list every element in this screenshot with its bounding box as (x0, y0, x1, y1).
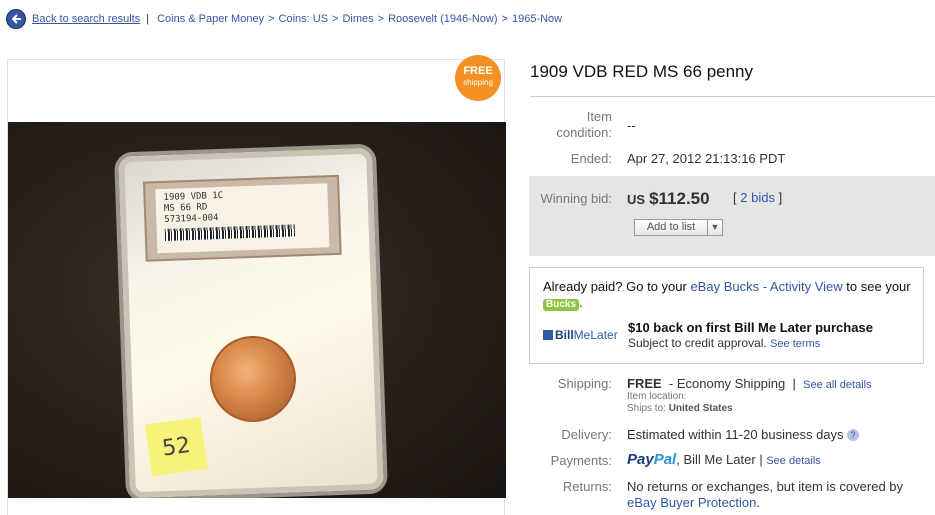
ended-label: Ended: (570, 151, 612, 166)
bml-subtext: Subject to credit approval. See terms (628, 336, 820, 350)
bml-logo-b: MeLater (573, 328, 618, 342)
paypal-b: Pal (653, 451, 677, 468)
ships-to-value: United States (668, 403, 733, 414)
buyer-protection-link[interactable]: eBay Buyer Protection (627, 495, 756, 510)
breadcrumb-item[interactable]: 1965-Now (512, 13, 562, 25)
free-text: FREE (627, 376, 662, 391)
item-location-label: Item location: (627, 391, 687, 402)
badge-shipping: shipping (463, 78, 493, 87)
bid-count: [ 2 bids ] (733, 190, 782, 205)
badge-free: FREE (463, 65, 493, 77)
add-to-list-button[interactable]: Add to list ▼ (634, 219, 723, 236)
shipping-label: Shipping: (557, 376, 612, 391)
see-details-link[interactable]: See details (766, 455, 820, 467)
separator: | (759, 452, 763, 467)
item-location: Item location: (627, 391, 686, 402)
item-image-panel: 1909 VDB 1C MS 66 RD 573194-004 52 (7, 59, 506, 515)
bid-amount: $112.50 (649, 189, 710, 208)
winning-bid-label: Winning bid: (540, 191, 612, 206)
back-arrow-icon[interactable] (6, 9, 26, 29)
delivery-estimate: Estimated within 11-20 business days (627, 427, 844, 442)
period: . (756, 495, 760, 510)
goto-text: Go to your (626, 279, 687, 294)
breadcrumb-separator: | (146, 13, 150, 25)
bml-logo-a: Bill (555, 328, 574, 342)
already-paid-text: Already paid? (543, 279, 623, 294)
slab-label: 1909 VDB 1C MS 66 RD 573194-004 (143, 174, 342, 262)
ships-to-label: Ships to: (627, 403, 666, 414)
winning-bid-box (529, 176, 935, 256)
free-shipping-badge: FREE shipping (455, 55, 501, 101)
condition-label: Item condition: (556, 109, 612, 140)
paypal-a: Pay (627, 451, 654, 468)
ended-value: Apr 27, 2012 21:13:16 PDT (627, 151, 786, 166)
breadcrumb-item[interactable]: Coins: US (279, 13, 329, 25)
returns-text: No returns or exchanges, but item is cov… (627, 479, 904, 494)
condition-value: -- (627, 118, 636, 133)
see-all-details-link[interactable]: See all details (803, 379, 872, 391)
help-icon[interactable]: ? (847, 429, 860, 441)
delivery-label: Delivery: (561, 427, 612, 442)
penny-coin (208, 334, 298, 424)
breadcrumb: Coins & Paper Money > Coins: US > Dimes > Roos… (157, 13, 563, 25)
returns-value: No returns or exchanges, but item is cov… (627, 479, 927, 511)
ships-to: Ships to: United States (627, 403, 733, 414)
credit-approval-text: Subject to credit approval. (628, 336, 767, 350)
bucks-logo: Bucks (543, 299, 580, 311)
ebay-bucks-promo: Already paid? Go to your eBay Bucks - Ac… (543, 279, 913, 311)
chevron-down-icon[interactable]: ▼ (707, 220, 722, 235)
back-to-search-link[interactable]: Back to search results (32, 13, 140, 25)
breadcrumb-bar: Back to search results | Coins & Paper M… (6, 8, 931, 30)
barcode (164, 224, 296, 241)
bill-me-later-logo: Bill MeLater (543, 328, 618, 342)
breadcrumb-item[interactable]: Roosevelt (1946-Now) (388, 13, 497, 25)
payments-value: PayPal, Bill Me Later | See details (627, 451, 821, 468)
winning-bid-amount: US $112.50 (627, 189, 710, 209)
page-title: 1909 VDB RED MS 66 penny (530, 62, 754, 81)
sticky-note: 52 (144, 417, 208, 477)
to-see-text: to see your (846, 279, 911, 294)
returns-label: Returns: (562, 479, 612, 494)
bids-link[interactable]: 2 bids (740, 190, 775, 205)
breadcrumb-item[interactable]: Dimes (342, 13, 373, 25)
bml-payment: , Bill Me Later (676, 452, 756, 467)
item-photo[interactable]: 1909 VDB 1C MS 66 RD 573194-004 52 (8, 122, 506, 498)
checkbox-icon (543, 330, 553, 340)
shipping-method: - Economy Shipping (668, 376, 786, 391)
divider (530, 96, 935, 97)
coin-slab: 1909 VDB 1C MS 66 RD 573194-004 52 (113, 143, 389, 498)
separator: | (792, 376, 796, 391)
bracket: [ (733, 190, 737, 205)
add-to-list-label[interactable]: Add to list (635, 220, 707, 235)
period: . (579, 295, 583, 310)
see-terms-link[interactable]: See terms (770, 338, 820, 350)
ebay-bucks-link[interactable]: eBay Bucks - Activity View (690, 279, 842, 294)
currency: US (627, 192, 646, 207)
delivery-value: Estimated within 11-20 business days ? (627, 427, 860, 442)
breadcrumb-item[interactable]: Coins & Paper Money (157, 13, 264, 25)
paypal-logo: PayPal (627, 451, 676, 468)
payments-label: Payments: (550, 453, 612, 468)
shipping-value: FREE - Economy Shipping | See all detail… (627, 376, 872, 391)
bracket: ] (778, 190, 783, 205)
bml-headline: $10 back on first Bill Me Later purchase (628, 320, 873, 335)
